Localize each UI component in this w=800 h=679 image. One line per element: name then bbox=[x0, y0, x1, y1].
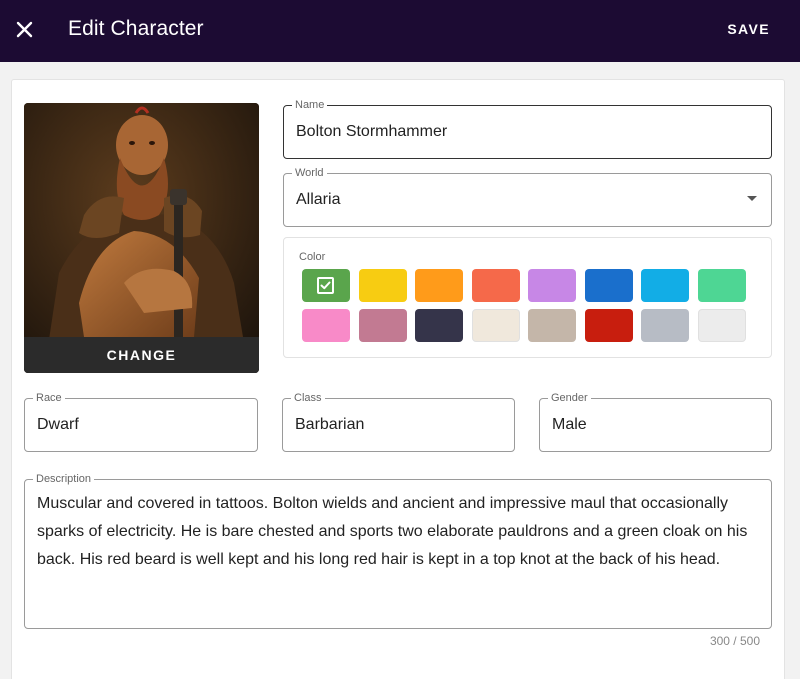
app-bar: Edit Character SAVE bbox=[0, 0, 800, 62]
color-swatch[interactable] bbox=[584, 309, 633, 342]
world-select[interactable]: World Allaria bbox=[283, 167, 772, 227]
class-label: Class bbox=[291, 392, 325, 405]
color-label: Color bbox=[299, 251, 326, 263]
gender-field[interactable]: Gender Male bbox=[539, 392, 772, 452]
color-swatch[interactable] bbox=[471, 269, 520, 302]
save-button[interactable]: SAVE bbox=[727, 21, 770, 37]
name-field[interactable]: Name Bolton Stormhammer bbox=[283, 99, 772, 159]
description-field[interactable]: Description Muscular and covered in tatt… bbox=[24, 473, 772, 629]
description-value: Muscular and covered in tattoos. Bolton … bbox=[37, 495, 748, 568]
color-swatch[interactable] bbox=[415, 309, 463, 342]
color-swatch[interactable] bbox=[302, 269, 350, 302]
race-value: Dwarf bbox=[37, 416, 79, 433]
close-icon[interactable] bbox=[10, 15, 40, 45]
class-value: Barbarian bbox=[295, 416, 365, 433]
world-value: Allaria bbox=[296, 191, 341, 208]
color-swatch[interactable] bbox=[641, 309, 689, 342]
color-swatch[interactable] bbox=[528, 309, 576, 342]
color-swatch[interactable] bbox=[302, 309, 350, 342]
color-swatch[interactable] bbox=[528, 269, 576, 302]
name-value: Bolton Stormhammer bbox=[296, 123, 448, 140]
page-title: Edit Character bbox=[68, 17, 204, 40]
name-label: Name bbox=[292, 99, 328, 112]
color-swatch[interactable] bbox=[697, 309, 746, 342]
color-swatch[interactable] bbox=[584, 269, 633, 302]
race-field[interactable]: Race Dwarf bbox=[24, 392, 258, 452]
character-portrait-image bbox=[24, 103, 259, 373]
chevron-down-icon[interactable] bbox=[747, 196, 757, 201]
description-label: Description bbox=[33, 473, 95, 486]
world-label: World bbox=[292, 167, 327, 180]
character-portrait: CHANGE bbox=[24, 103, 259, 373]
color-swatch[interactable] bbox=[471, 309, 520, 342]
gender-value: Male bbox=[552, 416, 587, 433]
checkbox-checked-icon bbox=[317, 277, 334, 294]
color-picker: Color bbox=[283, 237, 772, 358]
race-label: Race bbox=[33, 392, 65, 405]
color-swatch[interactable] bbox=[358, 309, 407, 342]
class-field[interactable]: Class Barbarian bbox=[282, 392, 515, 452]
color-swatch[interactable] bbox=[415, 269, 463, 302]
gender-label: Gender bbox=[548, 392, 591, 405]
description-char-counter: 300 / 500 bbox=[709, 634, 760, 648]
color-swatch[interactable] bbox=[641, 269, 689, 302]
color-swatch[interactable] bbox=[358, 269, 407, 302]
color-swatch[interactable] bbox=[697, 269, 746, 302]
change-portrait-button[interactable]: CHANGE bbox=[24, 337, 259, 373]
